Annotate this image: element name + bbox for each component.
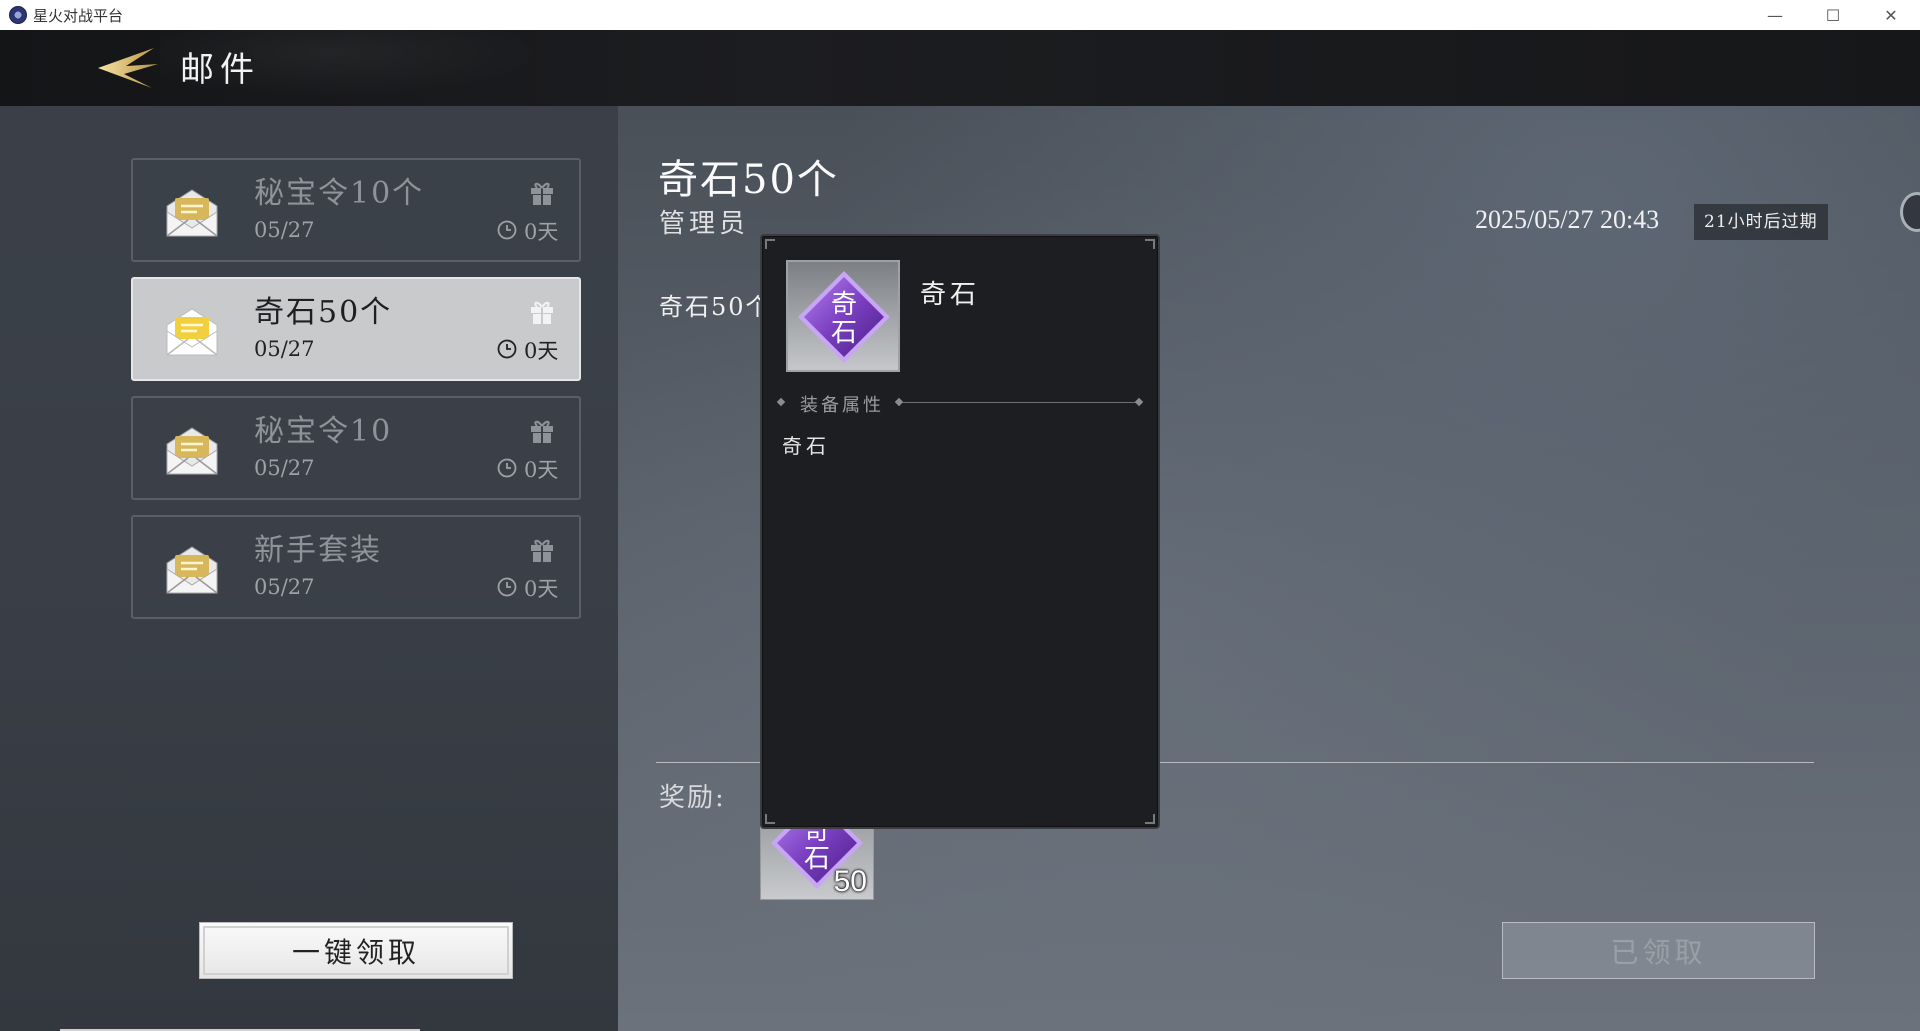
mail-remaining-days: 0天	[524, 339, 559, 363]
window-title: 星火对战平台	[33, 6, 124, 25]
reward-count: 50	[833, 865, 867, 898]
mail-title: 秘宝令10个	[254, 176, 425, 211]
attribute-section-title: 装备属性	[800, 395, 884, 416]
mail-remaining-days: 0天	[524, 458, 559, 482]
close-button[interactable]: ✕	[1862, 0, 1920, 30]
clock-icon	[497, 458, 517, 478]
clock-icon	[497, 577, 517, 597]
reward-label: 奖励:	[659, 783, 726, 813]
mail-date: 05/27	[254, 218, 315, 242]
back-arrow-icon[interactable]	[96, 44, 160, 90]
gift-icon	[529, 299, 555, 325]
envelope-icon	[163, 543, 221, 597]
minimize-button[interactable]: —	[1746, 0, 1804, 30]
attribute-section-header: 装备属性	[776, 391, 1148, 416]
mail-list-item[interactable]: 新手套装 05/27 0天	[131, 515, 581, 619]
page-title: 邮件	[180, 50, 260, 90]
gem-glyph-2: 石	[804, 844, 830, 874]
envelope-icon	[163, 424, 221, 478]
page-header: 邮件	[0, 30, 1920, 106]
tooltip-item-frame: 奇 石	[786, 260, 900, 372]
mail-remaining-days: 0天	[524, 220, 559, 244]
clock-icon	[497, 220, 517, 240]
mail-date: 05/27	[254, 337, 315, 361]
gem-glyph-2: 石	[831, 318, 857, 348]
tooltip-item-name: 奇石	[920, 280, 981, 310]
maximize-button[interactable]: ☐	[1804, 0, 1862, 30]
mail-remaining-days: 0天	[524, 577, 559, 601]
tooltip-corner	[765, 814, 775, 824]
gem-glyph-1: 奇	[831, 290, 857, 320]
item-tooltip: 奇 石 奇石 装备属性 奇石	[760, 234, 1160, 829]
gift-icon	[529, 537, 555, 563]
claim-all-button[interactable]: 一键领取	[199, 922, 513, 979]
expire-badge: 21小时后过期	[1694, 204, 1828, 240]
mail-date: 05/27	[254, 456, 315, 480]
attribute-divider	[902, 402, 1138, 403]
mail-list-item-selected[interactable]: 奇石50个 05/27 0天	[131, 277, 581, 381]
tooltip-corner	[1145, 239, 1155, 249]
clock-icon	[497, 339, 517, 359]
mail-detail-title: 奇石50个	[658, 157, 839, 203]
mail-list-item[interactable]: 秘宝令10 05/27 0天	[131, 396, 581, 500]
diamond-bullet-icon	[776, 397, 786, 407]
claimed-button[interactable]: 已领取	[1502, 922, 1815, 979]
gem-item-icon: 奇 石	[794, 267, 894, 367]
mail-title: 新手套装	[254, 533, 382, 568]
tooltip-corner	[765, 239, 775, 249]
mail-sender: 管理员	[659, 209, 750, 239]
gift-icon	[529, 418, 555, 444]
envelope-icon	[163, 186, 221, 240]
window-controls: — ☐ ✕	[1746, 0, 1920, 30]
mail-title: 秘宝令10	[254, 414, 393, 449]
line-end-dot-icon	[1134, 397, 1144, 407]
envelope-icon	[163, 305, 221, 359]
gift-icon	[529, 180, 555, 206]
attribute-text: 奇石	[782, 434, 830, 458]
tooltip-corner	[1145, 814, 1155, 824]
mail-date: 05/27	[254, 575, 315, 599]
mail-list-item[interactable]: 秘宝令10个 05/27 0天	[131, 158, 581, 262]
mail-title: 奇石50个	[254, 295, 393, 330]
mail-body-text: 奇石50个	[659, 293, 772, 321]
app-logo-icon	[9, 6, 27, 24]
window-titlebar: 星火对战平台 — ☐ ✕	[0, 0, 1920, 30]
mail-datetime: 2025/05/27 20:43	[1475, 205, 1660, 234]
